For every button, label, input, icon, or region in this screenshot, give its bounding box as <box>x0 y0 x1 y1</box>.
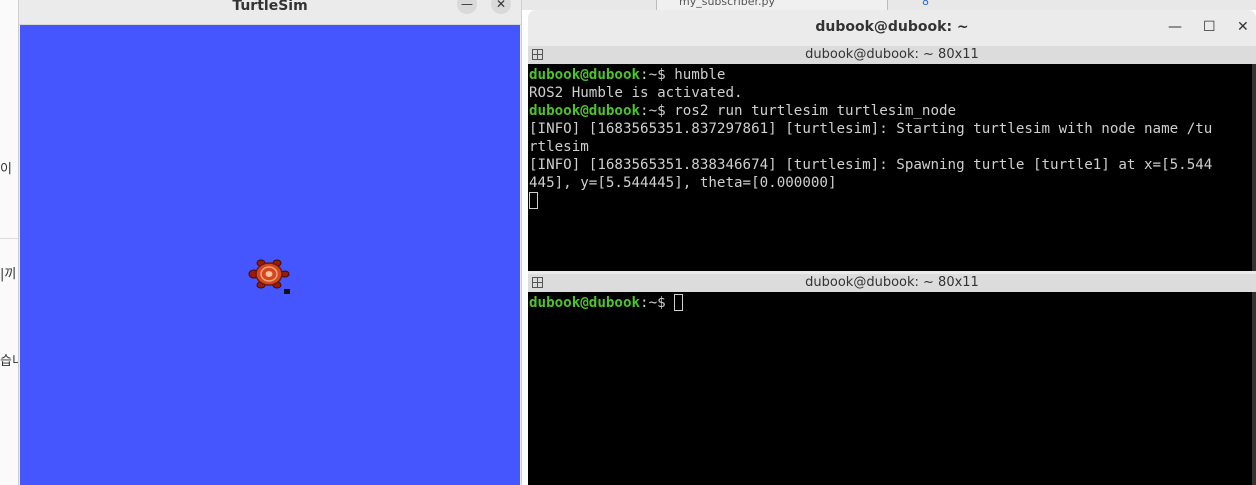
divider <box>0 238 18 239</box>
terminal-pane-top[interactable]: dubook@dubook:~$ humble ROS2 Humble is ac… <box>528 64 1252 271</box>
terminal-line: dubook@dubook:~$ <box>529 294 684 312</box>
terminal-line: rtlesim <box>529 139 589 155</box>
terminal-output: dubook@dubook:~$ humble ROS2 Humble is ac… <box>529 66 1212 210</box>
terminal-window: dubook@dubook: ~ — ☐ ✕ dubook@dubook: ~ … <box>528 10 1256 485</box>
terminal-line: dubook@dubook:~$ ros2 run turtlesim turt… <box>529 103 957 119</box>
maximize-button[interactable]: ☐ <box>1203 19 1216 35</box>
terminal-output: dubook@dubook:~$ <box>529 294 684 312</box>
terminal-line: [INFO] [1683565351.838346674] [turtlesim… <box>529 157 1213 173</box>
minimize-button[interactable]: — <box>1168 19 1182 35</box>
background-editor-strip: my_subscriber.py 8 <box>520 0 1256 10</box>
text-cursor <box>529 192 538 209</box>
window-title: TurtleSim <box>232 0 308 14</box>
turtle-canvas <box>20 25 520 485</box>
terminal-titlebar[interactable]: dubook@dubook: ~ — ☐ ✕ <box>528 10 1256 46</box>
terminal-line <box>529 192 1212 210</box>
background-app-strip: 이 |끼 습니 <box>0 0 24 485</box>
close-button[interactable]: ✕ <box>1237 19 1249 35</box>
terminal-line: 445], y=[5.544445], theta=[0.000000] <box>529 175 837 191</box>
background-text: |끼 <box>0 267 17 282</box>
turtle-icon <box>248 259 290 294</box>
turtlesim-window: TurtleSim — ✕ <box>18 0 522 485</box>
turtlesim-titlebar[interactable]: TurtleSim — ✕ <box>19 0 521 25</box>
terminal-line: [INFO] [1683565351.837297861] [turtlesim… <box>529 121 1213 137</box>
text-cursor <box>674 294 684 311</box>
pane-title: dubook@dubook: ~ 80x11 <box>805 275 979 290</box>
scrollbar[interactable] <box>1252 64 1256 271</box>
window-title: dubook@dubook: ~ <box>815 19 969 35</box>
scrollbar[interactable] <box>1252 292 1256 485</box>
terminal-line: ROS2 Humble is activated. <box>529 85 743 101</box>
terminal-line: dubook@dubook:~$ humble <box>529 67 726 83</box>
editor-line-number: 8 <box>922 0 929 8</box>
pane-title: dubook@dubook: ~ 80x11 <box>805 47 979 62</box>
editor-tab-label: my_subscriber.py <box>679 0 776 8</box>
pane-titlebar[interactable]: dubook@dubook: ~ 80x11 <box>528 274 1256 292</box>
terminal-pane-bottom[interactable]: dubook@dubook:~$ <box>528 292 1252 485</box>
background-text: 이 <box>0 162 12 177</box>
editor-tab[interactable]: my_subscriber.py <box>656 0 888 10</box>
pane-titlebar[interactable]: dubook@dubook: ~ 80x11 <box>528 46 1256 64</box>
